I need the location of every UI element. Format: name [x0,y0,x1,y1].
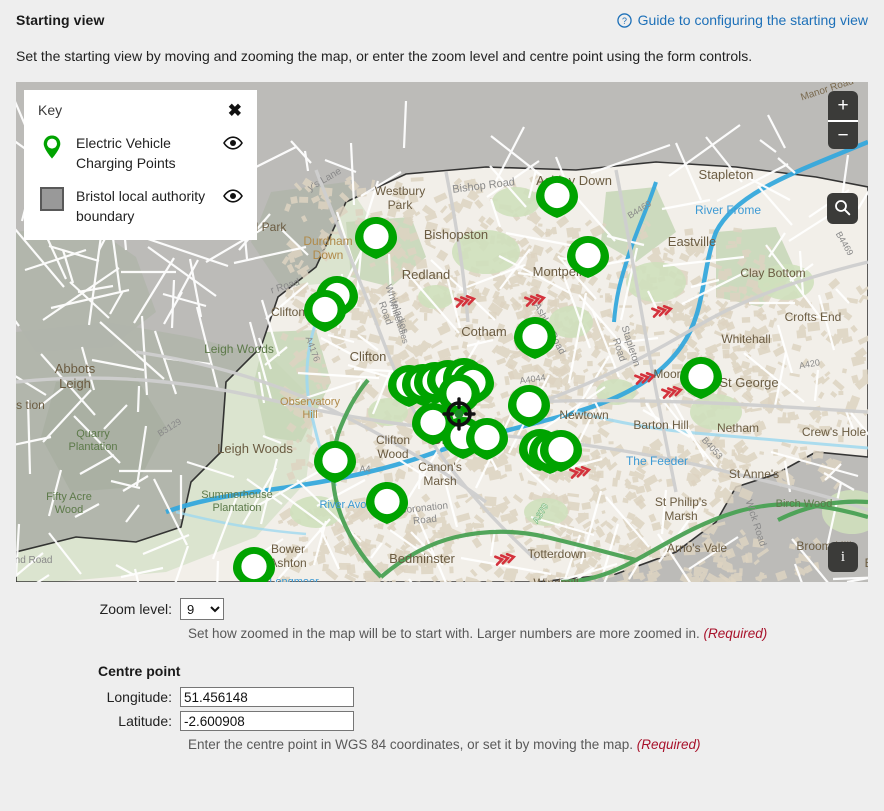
key-item-label: Electric Vehicle Charging Points [76,133,213,174]
map-label: Leigh Woods [217,441,293,456]
guide-link[interactable]: ? Guide to configuring the starting view [617,12,868,28]
zoom-required-flag: (Required) [704,626,768,641]
map-label: River Frome [695,203,761,217]
key-item-charging-points: Electric Vehicle Charging Points [38,133,243,174]
zoom-out-button[interactable]: − [828,120,858,149]
map-label: CliftonWood [376,433,410,461]
key-panel-title: Key [38,102,62,118]
zoom-level-hint: Set how zoomed in the map will be to sta… [188,626,884,641]
zoom-in-button[interactable]: + [828,91,858,120]
centre-point-hint: Enter the centre point in WGS 84 coordin… [188,737,884,752]
map-label: Stapleton [699,167,754,182]
starting-view-form: Zoom level: 6789101112131415161718 Set h… [0,598,884,756]
map-container[interactable]: Manor RoadStapletonAshley DownBishop Roa… [16,82,868,582]
longitude-label: Longitude: [0,689,180,705]
map-label: Clifton [350,349,387,364]
latitude-input[interactable] [180,711,354,731]
map-zoom-controls: + − [828,91,858,149]
centre-point-heading: Centre point [98,663,884,679]
map-pin-icon [38,133,66,160]
map-label: Birch Wood [776,498,833,510]
zoom-level-row: Zoom level: 6789101112131415161718 [0,598,884,620]
map-label: Canon'sMarsh [418,460,462,488]
map-label: BowerAshton [269,542,306,570]
map-label: Crew's Hole [802,425,867,439]
map-label: St George [719,375,778,390]
map-label: Whitehall [721,332,770,346]
map-label: AbbotsLeigh [55,361,96,391]
map-label: WindmillHill [533,576,578,582]
intro-text: Set the starting view by moving and zoom… [16,48,866,64]
zoom-level-select[interactable]: 6789101112131415161718 [180,598,224,620]
section-header: Starting view ? Guide to configuring the… [0,0,884,40]
map-label: Crofts End [785,310,842,324]
centre-required-flag: (Required) [637,737,701,752]
map-label: Arno's Vale [667,541,727,555]
svg-text:?: ? [622,15,627,25]
map-label: River Avon [320,499,373,511]
eye-icon[interactable] [223,133,243,153]
map-key-panel: Key ✖ Electric Vehicle Charging Points [24,90,257,240]
eye-icon[interactable] [223,186,243,206]
map-label: ound Road [16,555,52,566]
map-label: Leigh Woods [204,342,274,356]
longitude-row: Longitude: [0,687,884,707]
map-label: LongmoorBrook [269,576,319,582]
question-circle-icon: ? [617,13,632,28]
map-label: Netham [717,421,759,435]
key-item-boundary: Bristol local authority boundary [38,186,243,227]
map-info-button[interactable]: i [828,542,858,572]
latitude-row: Latitude: [0,711,884,731]
map-label: Ea [865,556,868,570]
map-search-button[interactable] [827,193,858,224]
map-label: Clay Bottom [740,266,805,280]
zoom-level-label: Zoom level: [0,601,180,617]
page-title: Starting view [16,12,104,28]
centre-hint-text: Enter the centre point in WGS 84 coordin… [188,737,633,752]
close-icon[interactable]: ✖ [227,102,243,119]
square-swatch-icon [38,186,66,211]
longitude-input[interactable] [180,687,354,707]
map-label: Totterdown [528,547,587,561]
map-label: Newtown [559,408,608,422]
map-label: St Anne's [729,467,779,481]
zoom-hint-text: Set how zoomed in the map will be to sta… [188,626,700,641]
map-label: Eastville [668,234,716,249]
map-label: The Feeder [626,454,688,468]
search-icon [834,199,851,219]
map-label: Redland [402,267,450,282]
map-label: Bedminster [389,551,455,566]
map-label: Bishopston [424,227,488,242]
key-item-label: Bristol local authority boundary [76,186,213,227]
map-label: Cotham [461,324,507,339]
latitude-label: Latitude: [0,713,180,729]
guide-link-label: Guide to configuring the starting view [638,12,868,28]
map-label: Barton Hill [633,418,688,432]
map-label: e's tion [16,398,45,412]
map-label: A4 [359,464,370,474]
